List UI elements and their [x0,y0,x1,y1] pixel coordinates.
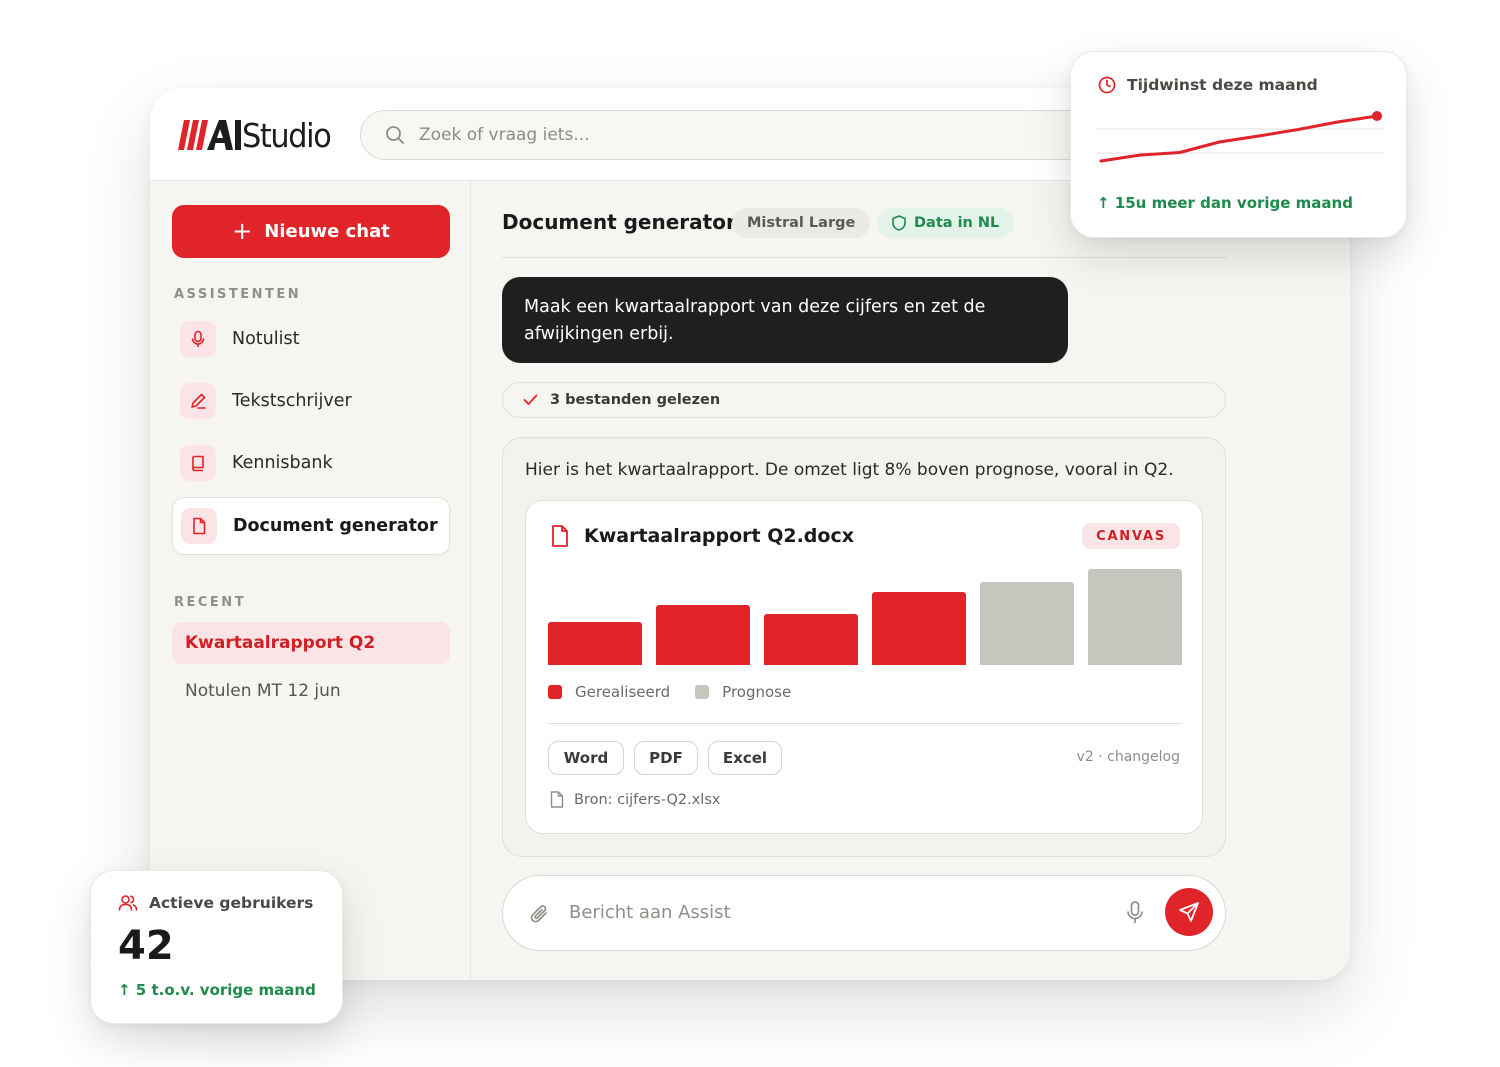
sparkline-series [1099,114,1379,163]
assistant-label: Kennisbank [232,453,333,473]
users-card-header: Actieve gebruikers [118,894,313,912]
chart-bar-5 [980,582,1074,665]
legend-item-prognose: Prognose [695,683,791,701]
active-users-card: Actieve gebruikers 42 ↑ 5 t.o.v. vorige … [90,870,343,1024]
files-read-status[interactable]: 3 bestanden gelezen [502,382,1226,418]
assistant-label: Tekstschrijver [232,391,352,411]
send-icon [1179,902,1199,922]
users-icon [118,895,138,911]
users-card-title: Actieve gebruikers [149,894,314,912]
users-card-delta: ↑ 5 t.o.v. vorige maand [118,981,316,999]
checkmark-icon [523,394,538,405]
chart-bar-1 [548,621,642,665]
export-pdf-button[interactable]: PDF [634,741,698,775]
files-status-label: 3 bestanden gelezen [550,392,721,408]
assistant-message-text: Hier is het kwartaalrapport. De omzet li… [525,460,1174,480]
header-divider [502,257,1226,258]
assistant-message: Hier is het kwartaalrapport. De omzet li… [502,437,1226,857]
new-chat-label: Nieuwe chat [264,221,390,242]
canvas-badge[interactable]: CANVAS [1082,523,1180,549]
legend-swatch [695,685,710,699]
assistant-document-generator[interactable]: Document generator [172,497,450,555]
chart-bar-6 [1088,569,1182,665]
active-users-count: 42 [118,923,174,969]
legend-label: Prognose [722,683,792,701]
assistant-label: Document generator [233,516,438,536]
recent-item-notulen[interactable]: Notulen MT 12 jun [172,670,450,712]
document-icon [181,508,217,544]
assistants-heading: ASSISTENTEN [174,287,302,302]
recent-heading: RECENT [174,595,247,610]
time-card-header: Tijdwinst deze maand [1098,76,1318,94]
chart-bar-4 [872,592,966,665]
chart-bar-2 [656,605,750,665]
book-icon [180,445,216,481]
export-excel-button[interactable]: Excel [708,741,782,775]
document-divider [548,723,1182,724]
legend-swatch [548,685,562,699]
clock-icon [1098,76,1116,94]
chat-title: Document generator [502,210,736,234]
app-logo[interactable]: Studio [178,113,338,157]
assistant-notulist[interactable]: Notulist [172,310,450,368]
document-icon [552,525,568,547]
sidebar: + Nieuwe chat ASSISTENTEN Notulist Tekst… [150,181,471,980]
new-chat-button[interactable]: + Nieuwe chat [172,205,450,258]
composer-placeholder: Bericht aan Assist [569,902,731,923]
bar-chart [548,569,1182,665]
user-message: Maak een kwartaalrapport van deze cijfer… [502,277,1068,363]
time-saved-card: Tijdwinst deze maand ↑ 15u meer dan vori… [1070,51,1407,238]
recent-item-kwartaalrapport[interactable]: Kwartaalrapport Q2 [172,622,450,664]
legend-label: Gerealiseerd [575,683,671,701]
chart-legend: Gerealiseerd Prognose [548,683,816,701]
version-changelog-link[interactable]: v2 · changelog [1077,749,1180,765]
microphone-icon [180,321,216,357]
plus-icon: + [232,216,253,245]
source-file[interactable]: Bron: cijfers-Q2.xlsx [550,791,720,808]
document-canvas-card[interactable]: Kwartaalrapport Q2.docx CANVAS Gerealise… [525,500,1203,834]
logo-wordmark: Studio [242,115,332,155]
send-button[interactable] [1165,888,1213,936]
logo-mark-icon [178,120,241,150]
export-word-button[interactable]: Word [548,741,624,775]
data-residency-badge: Data in NL [877,208,1015,238]
pen-icon [180,383,216,419]
legend-item-gerealiseerd: Gerealiseerd [548,683,670,701]
assistant-kennisbank[interactable]: Kennisbank [172,434,450,492]
file-icon [550,791,564,808]
assistant-tekstschrijver[interactable]: Tekstschrijver [172,372,450,430]
time-card-delta: ↑ 15u meer dan vorige maand [1097,194,1353,212]
message-composer[interactable]: Bericht aan Assist [502,875,1226,951]
chart-bar-3 [764,614,858,665]
assistant-label: Notulist [232,329,300,349]
microphone-icon[interactable] [1125,900,1145,926]
sparkline-end-point [1372,111,1382,121]
data-badge-label: Data in NL [914,215,1000,231]
model-badge[interactable]: Mistral Large [732,208,871,238]
time-sparkline [1097,111,1385,163]
time-card-title: Tijdwinst deze maand [1127,76,1318,94]
paperclip-icon[interactable] [529,902,551,926]
shield-icon [892,215,906,231]
document-filename: Kwartaalrapport Q2.docx [584,525,854,547]
search-placeholder: Zoek of vraag iets... [419,125,590,145]
source-label: Bron: cijfers-Q2.xlsx [574,791,721,808]
search-icon [386,126,404,144]
